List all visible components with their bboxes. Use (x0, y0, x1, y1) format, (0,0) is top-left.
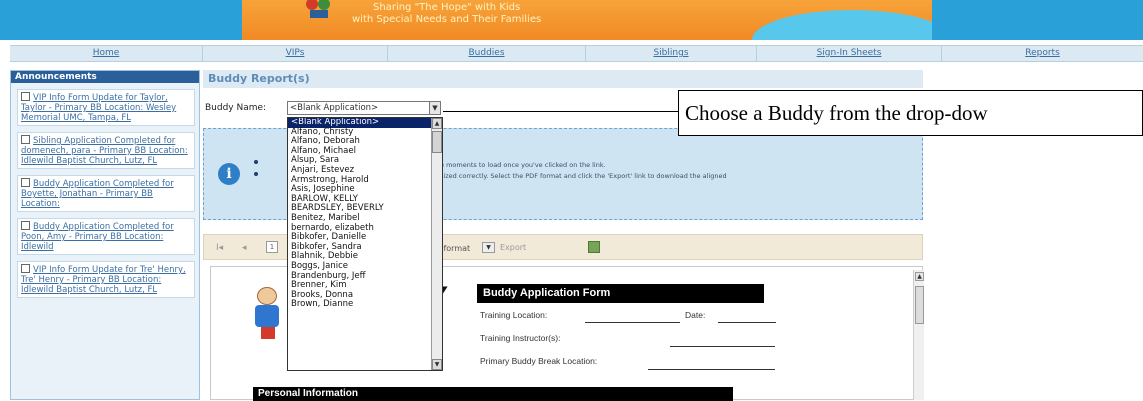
refresh-icon[interactable] (588, 241, 600, 253)
scroll-thumb[interactable] (432, 131, 442, 153)
nav-buddies[interactable]: Buddies (388, 46, 586, 61)
checkbox-icon[interactable] (21, 92, 30, 101)
main-nav: Home VIPs Buddies Siblings Sign-In Sheet… (10, 45, 1143, 62)
banner-logo-icon (306, 0, 330, 18)
report-scrollbar[interactable]: ▲ (913, 270, 924, 400)
banner-tagline-line2: with Special Needs and Their Families (352, 14, 542, 25)
banner-wave (752, 10, 932, 40)
announcement-item[interactable]: VIP Info Form Update for Tre' Henry, Tre… (17, 261, 195, 298)
callout-annotation: Choose a Buddy from the drop-dow (678, 90, 1143, 136)
chevron-down-icon[interactable]: ▼ (429, 102, 440, 114)
info-icon: i (218, 163, 240, 185)
form-title: Buddy Application Form (477, 284, 764, 303)
announcement-text[interactable]: Buddy Application Completed for Poon, Am… (21, 222, 174, 252)
primary-location-label: Primary Buddy Break Location: (480, 356, 598, 366)
nav-siblings[interactable]: Siblings (586, 46, 757, 61)
announcements-title: Announcements (11, 71, 199, 83)
buddy-clipart-icon (253, 285, 283, 340)
top-banner: Sharing "The Hope" with Kids with Specia… (0, 0, 1143, 40)
prev-page-icon[interactable]: ◂ (242, 243, 247, 253)
bullet-icon (254, 172, 258, 176)
banner-graphic: Sharing "The Hope" with Kids with Specia… (242, 0, 932, 40)
buddy-name-select[interactable]: <Blank Application> ▼ (287, 101, 441, 115)
nav-sign-in-sheets[interactable]: Sign-In Sheets (757, 46, 942, 61)
scroll-up-icon[interactable]: ▲ (915, 272, 924, 281)
announcement-text[interactable]: VIP Info Form Update for Tre' Henry, Tre… (21, 265, 186, 295)
announcement-item[interactable]: Buddy Application Completed for Boyette,… (17, 175, 195, 212)
announcement-text[interactable]: Buddy Application Completed for Boyette,… (21, 179, 174, 209)
page-number-input[interactable]: 1 (266, 241, 278, 253)
nav-home[interactable]: Home (10, 46, 203, 61)
nav-vips[interactable]: VIPs (203, 46, 388, 61)
announcement-text[interactable]: Sibling Application Completed for domene… (21, 136, 188, 166)
announcement-item[interactable]: VIP Info Form Update for Taylor, Taylor … (17, 89, 195, 126)
announcements-sidebar: Announcements VIP Info Form Update for T… (10, 70, 200, 400)
scroll-thumb[interactable] (915, 286, 924, 324)
scroll-up-icon[interactable]: ▲ (432, 118, 442, 129)
checkbox-icon[interactable] (21, 135, 30, 144)
primary-location-line (648, 369, 775, 370)
buddy-select-value: <Blank Application> (290, 103, 379, 113)
dropdown-scrollbar[interactable]: ▲ ▼ (431, 118, 442, 370)
training-instructor-label: Training Instructor(s): (480, 333, 561, 343)
announcement-text[interactable]: VIP Info Form Update for Taylor, Taylor … (21, 93, 176, 123)
announcement-item[interactable]: Buddy Application Completed for Poon, Am… (17, 218, 195, 255)
info-text-line1: e moments to load once you've clicked on… (440, 161, 606, 169)
callout-pointer-line (443, 111, 679, 112)
checkbox-icon[interactable] (21, 264, 30, 273)
training-location-label: Training Location: (480, 310, 548, 320)
buddy-dropdown-list[interactable]: <Blank Application> Alfano, Christy Alfa… (287, 117, 443, 371)
page-title: Buddy Report(s) (203, 70, 923, 88)
announcement-item[interactable]: Sibling Application Completed for domene… (17, 132, 195, 169)
date-label: Date: (685, 310, 706, 320)
info-text-line2: sized correctly. Select the PDF format a… (440, 172, 727, 180)
date-line (718, 322, 776, 323)
first-page-icon[interactable]: I◂ (216, 243, 223, 253)
nav-reports[interactable]: Reports (942, 46, 1143, 61)
training-location-line (585, 322, 680, 323)
format-dropdown-icon[interactable]: ▼ (482, 242, 495, 253)
buddy-name-label: Buddy Name: (205, 103, 267, 113)
scroll-down-icon[interactable]: ▼ (432, 359, 442, 370)
checkbox-icon[interactable] (21, 221, 30, 230)
training-instructor-line (670, 346, 775, 347)
export-link[interactable]: Export (500, 243, 526, 252)
banner-tagline-line1: Sharing "The Hope" with Kids (373, 2, 521, 13)
personal-info-header: Personal Information (253, 387, 733, 401)
dropdown-option[interactable]: Brown, Dianne (288, 300, 442, 310)
bullet-icon (254, 160, 258, 164)
checkbox-icon[interactable] (21, 178, 30, 187)
banner-tagline: Sharing "The Hope" with Kids with Specia… (352, 2, 541, 26)
